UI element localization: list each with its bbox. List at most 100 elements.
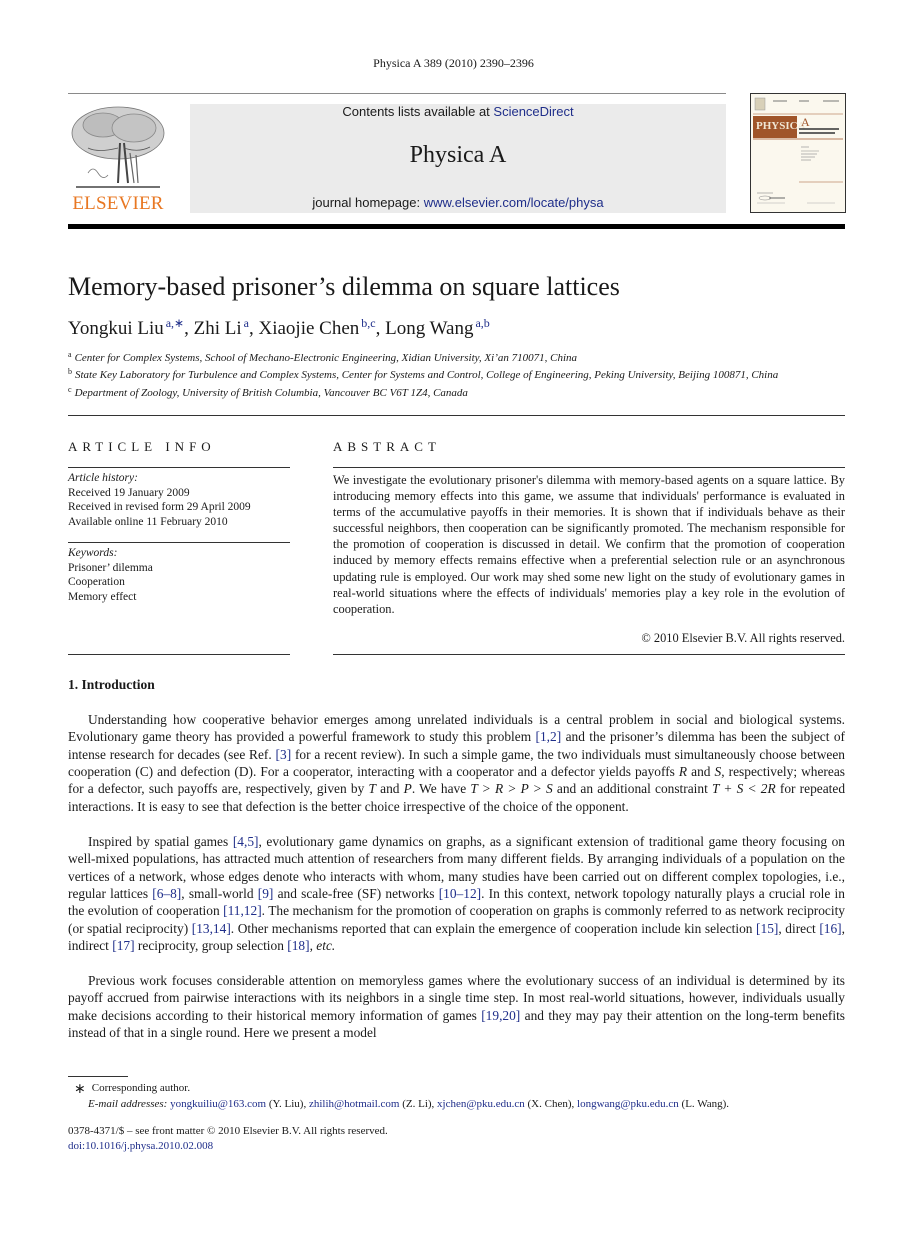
citation-link[interactable]: [15] [756, 921, 778, 936]
contents-line: Contents lists available at ScienceDirec… [190, 104, 726, 119]
keywords-label: Keywords: [68, 547, 118, 559]
elsevier-tree-icon [71, 106, 165, 188]
affiliation-key: b [68, 367, 72, 376]
doi-link[interactable]: doi:10.1016/j.physa.2010.02.008 [68, 1140, 213, 1152]
text-run: reciprocity, group selection [134, 938, 288, 954]
keyword: Cooperation [68, 576, 125, 588]
divider [68, 467, 290, 468]
history-item: Received 19 January 2009 [68, 486, 190, 499]
affiliation-text: Department of Zoology, University of Bri… [74, 387, 468, 399]
article-info-heading: ARTICLE INFO [68, 439, 216, 454]
text-run: , small-world [181, 886, 258, 902]
article-history: Article history: Received 19 January 200… [68, 471, 290, 529]
citation-link[interactable]: [18] [287, 938, 309, 953]
sciencedirect-link[interactable]: ScienceDirect [493, 104, 573, 119]
email-owner: (Z. Li), [399, 1098, 438, 1110]
citation-link[interactable]: [9] [258, 886, 274, 901]
affiliation-text: Center for Complex Systems, School of Me… [74, 352, 578, 364]
citation-link[interactable]: [10–12] [439, 886, 481, 901]
journal-name: Physica A [409, 142, 507, 168]
author-affiliation-marker[interactable]: b,c [361, 316, 375, 330]
cover-art-icon: PHYSICA A [753, 97, 843, 204]
math-var: R [678, 764, 688, 780]
text-run: etc. [316, 938, 336, 954]
divider [68, 542, 290, 543]
affiliation: a Center for Complex Systems, School of M… [68, 350, 577, 364]
citation-link[interactable]: [16] [819, 921, 841, 936]
citation-link[interactable]: [19,20] [481, 1008, 520, 1023]
header-thick-rule [68, 224, 845, 229]
article-title: Memory-based prisoner’s dilemma on squar… [68, 272, 620, 301]
section-heading-introduction: 1. Introduction [68, 677, 155, 692]
text-run: and scale-free (SF) networks [273, 886, 439, 902]
divider [333, 654, 845, 655]
email-link[interactable]: xjchen@pku.edu.cn [437, 1098, 525, 1110]
text-run: . We have [411, 781, 471, 797]
email-link[interactable]: yongkuiliu@163.com [170, 1098, 266, 1110]
body-paragraph: Previous work focuses considerable atten… [68, 972, 845, 1041]
email-link[interactable]: zhilih@hotmail.com [309, 1098, 399, 1110]
text-run: . Other mechanisms reported that can exp… [230, 920, 757, 936]
divider [68, 654, 290, 655]
email-addresses: E-mail addresses: yongkuiliu@163.com (Y.… [88, 1098, 729, 1110]
email-label: E-mail addresses: [88, 1098, 168, 1110]
running-head: Physica A 389 (2010) 2390–2396 [373, 56, 534, 70]
text-run: and an additional constraint [552, 781, 713, 797]
author-name[interactable]: Long Wang [385, 318, 473, 339]
author-name[interactable]: Xiaojie Chen [258, 318, 359, 339]
history-label: Article history: [68, 472, 138, 484]
homepage-prefix: journal homepage: [312, 195, 424, 210]
front-matter-note: 0378-4371/$ – see front matter © 2010 El… [68, 1125, 388, 1137]
citation-link[interactable]: [1,2] [536, 729, 562, 744]
homepage-line: journal homepage: www.elsevier.com/locat… [190, 195, 726, 210]
affiliation-key: a [68, 350, 72, 359]
keyword: Memory effect [68, 590, 137, 603]
citation-link[interactable]: [6–8] [152, 886, 181, 901]
citation-link[interactable]: [11,12] [223, 903, 262, 918]
corresponding-author-note: ∗ Corresponding author. [74, 1081, 190, 1098]
math-inequality: T > R > P > S [470, 781, 553, 797]
author-affiliation-marker[interactable]: a,∗ [166, 316, 184, 330]
journal-homepage-link[interactable]: www.elsevier.com/locate/physa [424, 195, 604, 210]
citation-link[interactable]: [4,5] [233, 834, 259, 849]
email-owner: (L. Wang). [678, 1098, 730, 1110]
history-item: Available online 11 February 2010 [68, 515, 228, 528]
author-list: Yongkui Liu a,∗, Zhi Li a, Xiaojie Chen b,c… [68, 316, 490, 339]
text-run: , direct [778, 920, 820, 936]
abstract-text: We investigate the evolutionary prisoner… [333, 473, 845, 616]
math-var: T [368, 781, 376, 797]
affiliation-text: State Key Laboratory for Turbulence and … [75, 369, 779, 381]
author-name[interactable]: Zhi Li [194, 318, 242, 339]
asterisk-icon: ∗ [74, 1082, 86, 1097]
author-name[interactable]: Yongkui Liu [68, 318, 164, 339]
author-affiliation-marker[interactable]: a [244, 316, 249, 330]
abstract-heading: ABSTRACT [333, 439, 441, 454]
author-affiliation-marker[interactable]: a,b [475, 316, 489, 330]
email-owner: (X. Chen), [524, 1098, 578, 1110]
email-link[interactable]: longwang@pku.edu.cn [577, 1098, 679, 1110]
body-paragraph: Inspired by spatial games [4,5], evoluti… [68, 833, 845, 954]
citation-link[interactable]: [13,14] [192, 921, 231, 936]
text-run: and [375, 781, 404, 797]
citation-link[interactable]: [3] [276, 747, 292, 762]
body-paragraph: Understanding how cooperative behavior e… [68, 711, 845, 815]
cover-letter: A [801, 115, 810, 129]
text-run: and [687, 764, 715, 780]
history-item: Received in revised form 29 April 2009 [68, 501, 251, 513]
citation-link[interactable]: [17] [112, 938, 134, 953]
journal-cover-thumbnail[interactable]: PHYSICA A [750, 93, 846, 213]
keyword: Prisoner’ dilemma [68, 561, 153, 574]
journal-banner: Contents lists available at ScienceDirec… [190, 104, 726, 213]
abstract-copyright: © 2010 Elsevier B.V. All rights reserved… [641, 631, 845, 645]
keywords: Keywords: Prisoner’ dilemma Cooperation … [68, 546, 290, 604]
elsevier-wordmark: ELSEVIER [72, 193, 164, 214]
elsevier-logo[interactable]: ELSEVIER [68, 103, 168, 215]
math-inequality: T + S < 2R [712, 781, 776, 797]
affiliation: b State Key Laboratory for Turbulence and… [68, 367, 778, 381]
affiliation: c Department of Zoology, University of Br… [68, 385, 468, 399]
corresponding-text: Corresponding author. [91, 1082, 191, 1094]
text-run: Inspired by spatial games [88, 834, 233, 849]
divider [333, 467, 845, 468]
math-var: P [403, 781, 412, 797]
cover-title: PHYSICA [756, 120, 806, 132]
